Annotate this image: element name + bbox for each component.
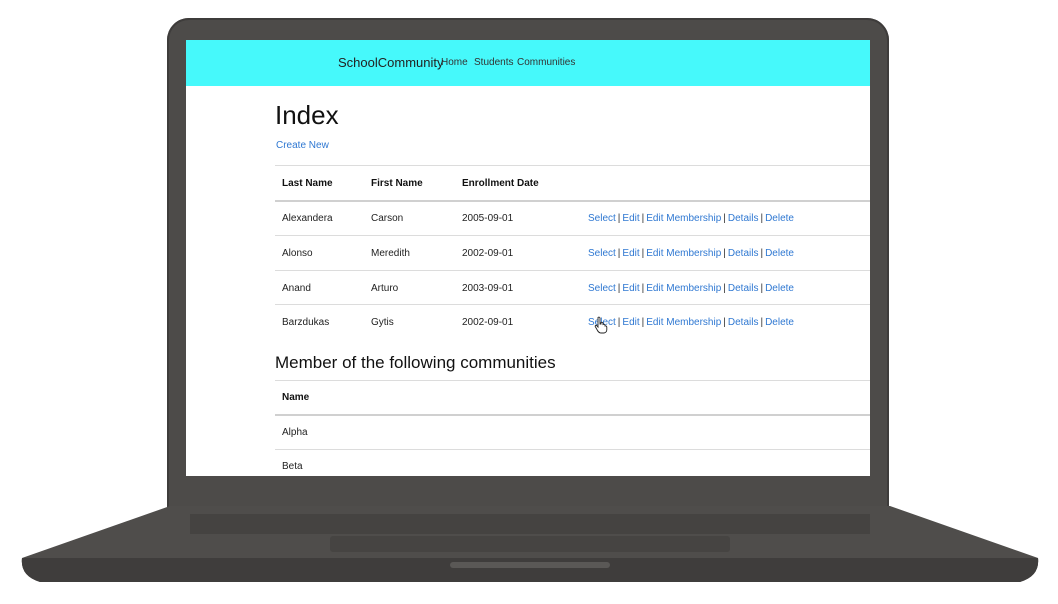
row-actions: Select|Edit|Edit Membership|Details|Dele… — [588, 213, 794, 224]
cell-last-name: Barzdukas — [282, 317, 330, 328]
edit-link[interactable]: Edit — [622, 317, 639, 328]
edit-link[interactable]: Edit — [622, 213, 639, 224]
edit-membership-link[interactable]: Edit Membership — [646, 317, 721, 328]
row-actions: Select|Edit|Edit Membership|Details|Dele… — [588, 248, 794, 259]
row-actions: Select|Edit|Edit Membership|Details|Dele… — [588, 317, 794, 328]
cell-first-name: Carson — [371, 213, 404, 224]
table-top-divider — [275, 165, 870, 166]
nav-home-link[interactable]: Home — [441, 57, 468, 68]
col-enrollment-date: Enrollment Date — [462, 178, 539, 189]
brand-link[interactable]: SchoolCommunity — [338, 55, 444, 70]
communities-header-divider — [275, 414, 870, 416]
header-divider — [275, 200, 870, 202]
delete-link[interactable]: Delete — [765, 213, 794, 224]
details-link[interactable]: Details — [728, 248, 759, 259]
row-divider — [275, 304, 870, 305]
cell-enrollment-date: 2003-09-01 — [462, 283, 514, 294]
select-link[interactable]: Select — [588, 248, 616, 259]
cell-last-name: Anand — [282, 283, 311, 294]
delete-link[interactable]: Delete — [765, 283, 794, 294]
navbar: SchoolCommunity Home Students Communitie… — [186, 40, 870, 86]
edit-link[interactable]: Edit — [622, 248, 639, 259]
edit-link[interactable]: Edit — [622, 283, 639, 294]
browser-screen: SchoolCommunity Home Students Communitie… — [186, 40, 870, 476]
delete-link[interactable]: Delete — [765, 248, 794, 259]
edit-membership-link[interactable]: Edit Membership — [646, 283, 721, 294]
cell-enrollment-date: 2002-09-01 — [462, 317, 514, 328]
col-first-name: First Name — [371, 178, 423, 189]
nav-students-link[interactable]: Students — [474, 57, 513, 68]
cell-enrollment-date: 2005-09-01 — [462, 213, 514, 224]
select-link[interactable]: Select — [588, 283, 616, 294]
community-name: Beta — [282, 461, 303, 472]
cell-last-name: Alonso — [282, 248, 313, 259]
nav-communities-link[interactable]: Communities — [517, 57, 575, 68]
row-divider — [275, 449, 870, 450]
edit-membership-link[interactable]: Edit Membership — [646, 213, 721, 224]
edit-membership-link[interactable]: Edit Membership — [646, 248, 721, 259]
communities-section-title: Member of the following communities — [275, 353, 556, 372]
cell-first-name: Meredith — [371, 248, 410, 259]
col-last-name: Last Name — [282, 178, 333, 189]
cell-enrollment-date: 2002-09-01 — [462, 248, 514, 259]
cell-last-name: Alexandera — [282, 213, 333, 224]
laptop-base — [20, 506, 1040, 588]
details-link[interactable]: Details — [728, 283, 759, 294]
hand-cursor-icon — [594, 316, 608, 334]
page-title: Index — [275, 100, 339, 130]
col-name: Name — [282, 392, 310, 403]
select-link[interactable]: Select — [588, 213, 616, 224]
row-actions: Select|Edit|Edit Membership|Details|Dele… — [588, 283, 794, 294]
details-link[interactable]: Details — [728, 213, 759, 224]
details-link[interactable]: Details — [728, 317, 759, 328]
row-divider — [275, 235, 870, 236]
cell-first-name: Arturo — [371, 283, 399, 294]
create-new-link[interactable]: Create New — [276, 140, 329, 151]
delete-link[interactable]: Delete — [765, 317, 794, 328]
cell-first-name: Gytis — [371, 317, 394, 328]
communities-top-divider — [275, 380, 870, 381]
row-divider — [275, 270, 870, 271]
community-name: Alpha — [282, 427, 308, 438]
